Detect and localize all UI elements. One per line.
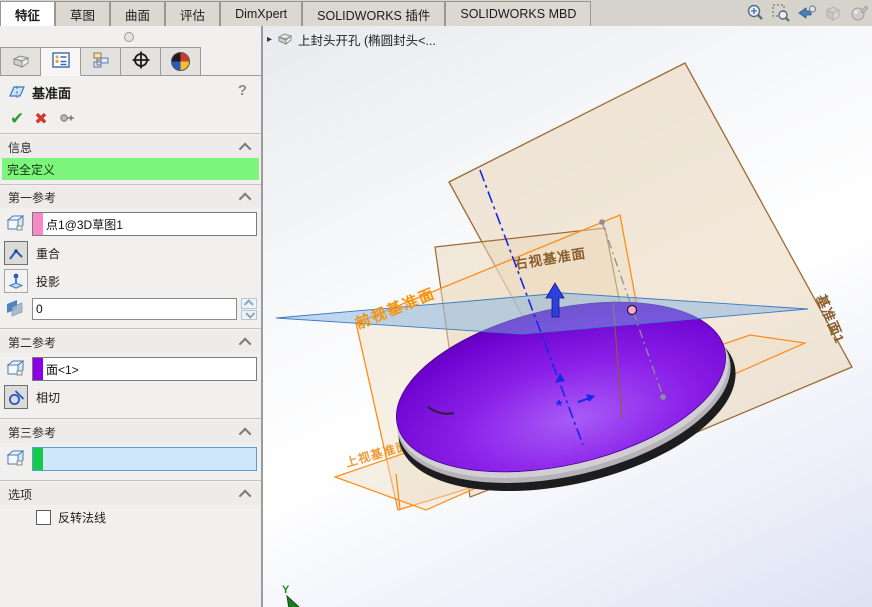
third-reference-label: 第三参考 xyxy=(8,424,56,441)
viewport-breadcrumb[interactable]: ▸ 上封头开孔 (椭圆封头<... xyxy=(267,30,436,49)
collapse-chevron-icon xyxy=(239,192,252,205)
value-spinner xyxy=(241,298,257,320)
tangent-constraint-button[interactable] xyxy=(4,385,28,409)
tangent-label: 相切 xyxy=(36,389,60,406)
selection-color-tag xyxy=(33,448,43,470)
configuration-manager-icon xyxy=(91,51,111,72)
project-label: 投影 xyxy=(36,273,60,290)
coincident-label: 重合 xyxy=(36,245,60,262)
third-reference-selection-box[interactable] xyxy=(32,447,257,471)
manager-tab-strip xyxy=(0,47,261,76)
flyout-tree-expand-icon[interactable]: ▸ xyxy=(267,34,272,45)
tab-addins[interactable]: SOLIDWORKS 插件 xyxy=(302,1,445,26)
graphics-viewport[interactable]: 上视基准面 前视基准面 右视基准面 基准面1 xyxy=(263,26,872,607)
selected-point-marker[interactable] xyxy=(628,306,637,315)
display-manager-icon xyxy=(171,52,190,71)
help-button[interactable]: ? xyxy=(238,82,247,99)
solidworks-window: 特征 草图 曲面 评估 DimXpert SOLIDWORKS 插件 SOLID… xyxy=(0,0,872,607)
second-reference-label: 第二参考 xyxy=(8,334,56,351)
second-reference-section-header[interactable]: 第二参考 xyxy=(0,331,261,353)
tab-dimxpert[interactable]: DimXpert xyxy=(220,1,302,26)
divider xyxy=(0,133,261,134)
breadcrumb-text: 上封头开孔 (椭圆封头<... xyxy=(298,30,436,49)
panel-splitter-handle[interactable] xyxy=(124,32,134,42)
configuration-manager-tab[interactable] xyxy=(81,47,121,76)
third-reference-section-header[interactable]: 第三参考 xyxy=(0,421,261,443)
tab-sketch[interactable]: 草图 xyxy=(55,1,110,26)
pin-button[interactable] xyxy=(58,110,76,129)
collapse-chevron-icon xyxy=(239,337,252,350)
collapse-chevron-icon xyxy=(239,427,252,440)
flip-normal-label: 反转法线 xyxy=(58,509,106,526)
y-axis-arrow-icon xyxy=(287,596,299,607)
first-reference-label: 第一参考 xyxy=(8,189,56,206)
part-icon xyxy=(277,31,293,48)
project-constraint-button[interactable] xyxy=(4,269,28,293)
message-header-label: 信息 xyxy=(8,139,32,156)
options-section-header[interactable]: 选项 xyxy=(0,483,261,505)
dimxpert-manager-icon xyxy=(131,51,151,72)
previous-view-icon[interactable] xyxy=(796,2,818,24)
origin-triad: Y xyxy=(282,584,299,607)
divider xyxy=(0,328,261,329)
tab-evaluate[interactable]: 评估 xyxy=(165,1,220,26)
reference-entity-icon xyxy=(4,356,28,383)
spinner-up-button[interactable] xyxy=(241,298,257,309)
offset-value-input[interactable] xyxy=(32,298,237,320)
spinner-down-button[interactable] xyxy=(241,310,257,321)
divider xyxy=(0,184,261,185)
tab-strip-filler xyxy=(201,47,261,75)
y-axis-label: Y xyxy=(282,584,290,596)
options-label: 选项 xyxy=(8,486,32,503)
second-reference-selection-value: 面<1> xyxy=(43,358,79,380)
selection-color-tag xyxy=(33,213,43,235)
divider xyxy=(0,480,261,481)
coincident-constraint-button[interactable] xyxy=(4,241,28,265)
status-label: 完全定义 xyxy=(7,161,55,178)
ok-button[interactable]: ✔ xyxy=(10,109,24,129)
first-reference-selection-value: 点1@3D草图1 xyxy=(43,213,123,235)
cancel-button[interactable]: ✖ xyxy=(34,109,47,129)
third-reference-selection-value xyxy=(43,448,46,470)
selection-color-tag xyxy=(33,358,43,380)
reference-plane-icon xyxy=(8,83,26,102)
model-scene: 上视基准面 前视基准面 右视基准面 基准面1 xyxy=(263,26,872,607)
dimxpert-manager-tab[interactable] xyxy=(121,47,161,76)
collapse-chevron-icon xyxy=(239,142,252,155)
tab-features[interactable]: 特征 xyxy=(0,1,55,26)
tab-mbd[interactable]: SOLIDWORKS MBD xyxy=(445,1,591,26)
property-manager-tab[interactable] xyxy=(41,47,81,76)
feature-tree-tab[interactable] xyxy=(0,47,41,76)
section-view-icon xyxy=(822,2,844,24)
tab-surfaces[interactable]: 曲面 xyxy=(110,1,165,26)
svg-text:*: * xyxy=(556,398,563,415)
zoom-to-fit-icon[interactable] xyxy=(744,2,766,24)
reference-entity-icon xyxy=(4,211,28,238)
feature-tree-icon xyxy=(11,51,31,72)
display-manager-tab[interactable] xyxy=(161,47,201,76)
divider xyxy=(0,418,261,419)
edit-appearance-icon xyxy=(848,2,870,24)
command-manager-tab-bar: 特征 草图 曲面 评估 DimXpert SOLIDWORKS 插件 SOLID… xyxy=(0,0,872,27)
zoom-to-area-icon[interactable] xyxy=(770,2,792,24)
flip-normal-checkbox[interactable] xyxy=(36,510,51,525)
first-reference-section-header[interactable]: 第一参考 xyxy=(0,186,261,208)
message-section-header[interactable]: 信息 xyxy=(0,136,261,158)
plane-count-icon xyxy=(4,296,28,323)
property-manager-panel: 基准面 ? ✔ ✖ 信息 完全定义 第一参考 xyxy=(0,26,261,607)
property-manager-icon xyxy=(51,51,71,72)
view-toolbar xyxy=(744,0,872,26)
reference-entity-icon xyxy=(4,446,28,473)
property-title: 基准面 xyxy=(32,83,71,102)
collapse-chevron-icon xyxy=(239,489,252,502)
status-fully-defined: 完全定义 xyxy=(2,158,259,180)
first-reference-selection-box[interactable]: 点1@3D草图1 xyxy=(32,212,257,236)
second-reference-selection-box[interactable]: 面<1> xyxy=(32,357,257,381)
